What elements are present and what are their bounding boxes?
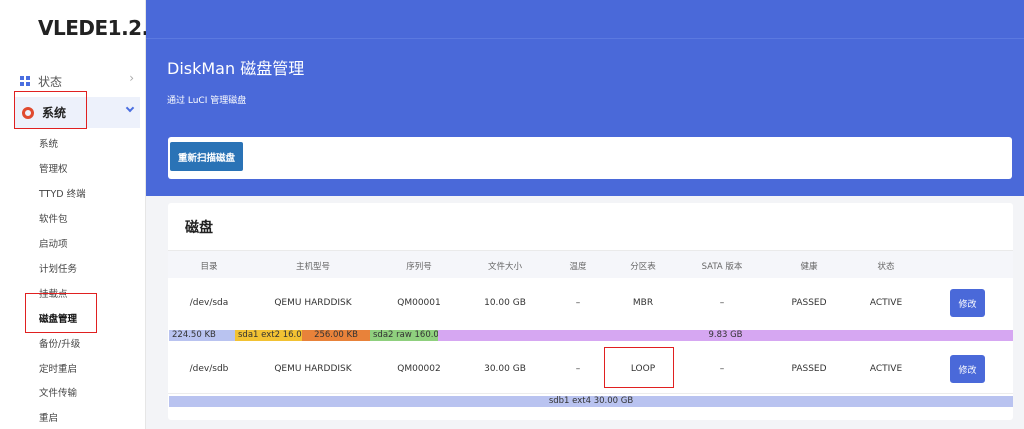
- cell-model: QEMU HARDDISK: [274, 364, 352, 374]
- sidebar-subitem-startup[interactable]: 启动项: [39, 236, 68, 250]
- sidebar-subitem-reboot[interactable]: 重启: [39, 410, 58, 424]
- column-header-ptable: 分区表: [630, 262, 656, 272]
- partition-segment[interactable]: sdb1 ext4 30.00 GB: [169, 396, 1013, 407]
- cell-path: /dev/sda: [189, 298, 229, 308]
- sidebar-subitem-filetransfer[interactable]: 文件传输: [39, 385, 77, 399]
- partition-segment[interactable]: 256.00 KB: [302, 330, 370, 341]
- cell-health: PASSED: [791, 298, 827, 308]
- cell-ptable: MBR: [632, 298, 654, 308]
- action-card: 重新扫描磁盘: [168, 137, 1012, 179]
- highlight-box-loop: [604, 347, 674, 388]
- sidebar-subitem-system[interactable]: 系统: [39, 136, 58, 150]
- partition-segment[interactable]: sda1 ext2 16.00: [235, 330, 302, 341]
- rescan-disks-button[interactable]: 重新扫描磁盘: [170, 142, 243, 171]
- cell-temp: –: [575, 298, 581, 308]
- table-header: 目录 主机型号 序列号 文件大小 温度 分区表 SATA 版本 健康 状态: [168, 250, 1013, 278]
- highlight-box-system: [14, 91, 87, 129]
- partition-segment[interactable]: 224.50 KB: [169, 330, 235, 341]
- cell-model: QEMU HARDDISK: [274, 298, 352, 308]
- page-title: DiskMan 磁盘管理: [167, 59, 305, 78]
- divider: [146, 38, 1024, 39]
- sidebar-subitem-backup[interactable]: 备份/升级: [39, 336, 80, 350]
- divider: [168, 393, 1013, 394]
- sidebar: VLEDE1.2.2TM 状态 › 系统 系统 管理权 TTYD 终端 软件包 …: [0, 0, 183, 429]
- cell-path: /dev/sdb: [189, 364, 229, 374]
- partition-segment[interactable]: sda2 raw 160.00: [370, 330, 438, 341]
- column-header-serial: 序列号: [406, 262, 432, 272]
- column-header-temp: 温度: [569, 262, 587, 272]
- cell-size: 30.00 GB: [484, 364, 526, 374]
- column-header-health: 健康: [800, 262, 818, 272]
- cell-status: ACTIVE: [869, 298, 903, 308]
- sidebar-subitem-ttyd[interactable]: TTYD 终端: [39, 186, 86, 200]
- page-header: DiskMan 磁盘管理 通过 LuCI 管理磁盘 重新扫描磁盘: [146, 0, 1024, 196]
- cell-serial: QM00001: [397, 298, 441, 308]
- partition-segment[interactable]: 9.83 GB: [438, 330, 1013, 341]
- column-header-size: 文件大小: [487, 262, 523, 272]
- cell-temp: –: [575, 364, 581, 374]
- cell-size: 10.00 GB: [484, 298, 526, 308]
- sidebar-subitem-crontab[interactable]: 计划任务: [39, 261, 77, 275]
- column-header-model: 主机型号: [295, 262, 331, 272]
- cell-health: PASSED: [791, 364, 827, 374]
- sidebar-item-status[interactable]: 状态 ›: [20, 71, 138, 91]
- cell-status: ACTIVE: [869, 364, 903, 374]
- section-title: 磁盘: [185, 220, 213, 236]
- dashboard-icon: [20, 76, 30, 86]
- cell-sata: –: [719, 364, 725, 374]
- sidebar-subitem-admin[interactable]: 管理权: [39, 161, 68, 175]
- sidebar-item-label: 状态: [38, 74, 63, 89]
- sidebar-subitem-packages[interactable]: 软件包: [39, 211, 68, 225]
- column-header-sata: SATA 版本: [701, 262, 743, 272]
- chevron-down-icon: [125, 103, 135, 113]
- disk-card: 磁盘 目录 主机型号 序列号 文件大小 温度 分区表 SATA 版本 健康 状态…: [168, 203, 1013, 420]
- page-description: 通过 LuCI 管理磁盘: [167, 96, 247, 106]
- edit-sdb-button[interactable]: 修改: [950, 355, 985, 383]
- sidebar-subitem-autoreboot[interactable]: 定时重启: [39, 361, 77, 375]
- chevron-right-icon: ›: [129, 71, 134, 85]
- highlight-box-diskman: [25, 293, 97, 333]
- column-header-path: 目录: [200, 262, 218, 272]
- cell-serial: QM00002: [397, 364, 441, 374]
- edit-sda-button[interactable]: 修改: [950, 289, 985, 317]
- column-header-status: 状态: [877, 262, 895, 272]
- cell-sata: –: [719, 298, 725, 308]
